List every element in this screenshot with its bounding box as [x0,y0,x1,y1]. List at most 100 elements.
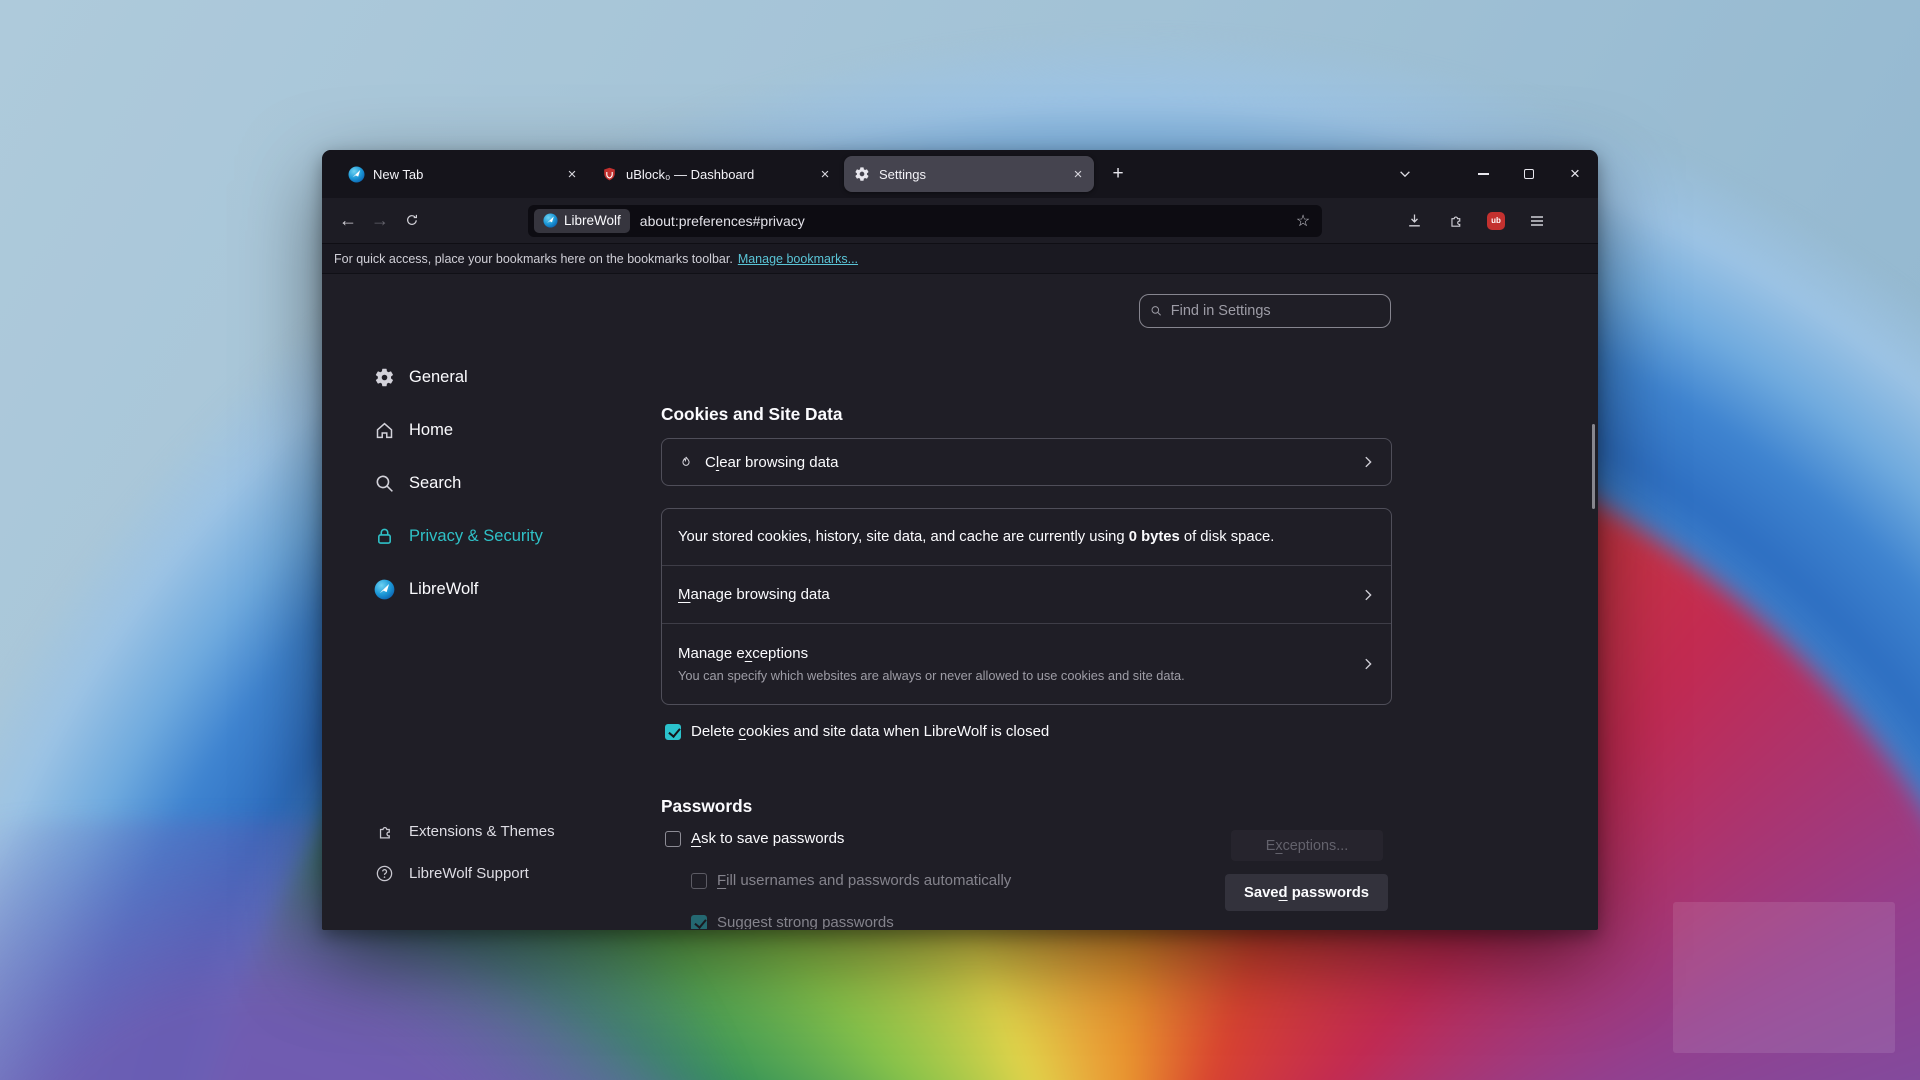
window-close-button[interactable]: × [1552,150,1598,198]
checkbox-unchecked-disabled-icon[interactable] [691,873,707,889]
url-bar[interactable]: LibreWolf about:preferences#privacy ☆ [528,205,1322,237]
search-icon [374,473,395,494]
fill-usernames-label: Fill usernames and passwords automatical… [717,872,1011,889]
bookmarks-toolbar: For quick access, place your bookmarks h… [322,244,1598,274]
cookies-section-heading: Cookies and Site Data [661,404,843,425]
tab-label: Settings [879,167,1068,182]
identity-chip[interactable]: LibreWolf [534,209,630,233]
tab-close-icon[interactable]: × [1068,164,1088,184]
manage-exceptions-label: Manage exceptions [678,645,1185,662]
home-icon [374,420,395,441]
new-tab-button[interactable]: + [1103,159,1133,189]
tab-label: New Tab [373,167,562,182]
download-icon [1406,212,1423,229]
tab-close-icon[interactable]: × [562,164,582,184]
saved-passwords-button[interactable]: Saved passwords [1225,874,1388,911]
fill-usernames-row[interactable]: Fill usernames and passwords automatical… [691,872,1011,889]
sidebar-item-extensions-themes[interactable]: Extensions & Themes [374,811,555,851]
passwords-section-heading: Passwords [661,796,752,817]
sidebar-item-librewolf-support[interactable]: LibreWolf Support [374,853,529,893]
sidebar-item-privacy-security[interactable]: Privacy & Security [374,516,543,556]
extensions-button[interactable] [1439,205,1471,237]
help-question-icon [374,863,395,884]
clear-browsing-data-row[interactable]: Clear browsing data [661,438,1392,486]
ublock-favicon-icon [601,166,618,183]
bookmarks-hint-text: For quick access, place your bookmarks h… [334,252,733,266]
tab-ublock-dashboard[interactable]: uBlock₀ — Dashboard × [591,156,841,192]
manage-browsing-data-label: Manage browsing data [678,586,830,603]
manage-exceptions-description: You can specify which websites are alway… [678,668,1185,683]
bookmark-star-icon[interactable]: ☆ [1290,211,1316,231]
puzzle-icon [374,821,395,842]
titlebar-right-controls: × [1386,150,1598,198]
sidebar-label: LibreWolf [409,580,478,599]
settings-page: General Home Search Privacy & Security [322,274,1598,929]
manage-exceptions-row[interactable]: Manage exceptions You can specify which … [662,623,1391,704]
manage-browsing-data-row[interactable]: Manage browsing data [662,565,1391,623]
exceptions-button-label: Exceptions... [1266,838,1348,854]
exceptions-button[interactable]: Exceptions... [1231,830,1383,861]
page-scrollbar-thumb[interactable] [1592,424,1595,509]
list-all-tabs-button[interactable] [1386,157,1424,191]
librewolf-favicon-icon [348,166,365,183]
browser-window: New Tab × uBlock₀ — Dashboard × Settings… [322,150,1598,930]
url-text[interactable]: about:preferences#privacy [640,213,1290,229]
sidebar-label: Search [409,474,461,493]
maximize-icon [1524,169,1534,179]
ask-to-save-passwords-row[interactable]: Ask to save passwords [665,830,844,847]
sidebar-item-search[interactable]: Search [374,463,461,503]
storage-usage-row: Your stored cookies, history, site data,… [662,509,1391,565]
desktop-overlay-rectangle [1673,902,1895,1053]
sidebar-item-librewolf[interactable]: LibreWolf [374,569,478,609]
back-button[interactable]: ← [332,205,364,237]
sidebar-label: Extensions & Themes [409,823,555,840]
delete-cookies-on-close-row[interactable]: Delete cookies and site data when LibreW… [665,723,1049,740]
downloads-button[interactable] [1398,205,1430,237]
tab-strip: New Tab × uBlock₀ — Dashboard × Settings… [322,150,1598,198]
reload-icon [404,213,420,229]
flame-icon [678,454,694,470]
saved-passwords-button-label: Saved passwords [1244,885,1369,901]
chevron-right-icon [1361,657,1375,671]
tab-close-icon[interactable]: × [815,164,835,184]
suggest-strong-passwords-label: Suggest strong passwords [717,914,894,929]
window-minimize-button[interactable] [1460,150,1506,198]
storage-usage-text: Your stored cookies, history, site data,… [678,529,1274,545]
privacy-settings-main: Cookies and Site Data Clear browsing dat… [661,274,1392,929]
desktop-wallpaper: New Tab × uBlock₀ — Dashboard × Settings… [0,0,1920,1080]
gear-favicon-icon [854,166,871,183]
tab-new-tab[interactable]: New Tab × [338,156,588,192]
minimize-icon [1478,173,1489,175]
manage-bookmarks-link[interactable]: Manage bookmarks... [738,252,858,266]
tab-settings-active[interactable]: Settings × [844,156,1094,192]
reload-button[interactable] [396,205,428,237]
toolbar-right-icons: ub [1398,205,1553,237]
checkbox-checked-disabled-icon[interactable] [691,915,707,930]
sidebar-label: LibreWolf Support [409,865,529,882]
sidebar-label: Home [409,421,453,440]
cookies-group-card: Your stored cookies, history, site data,… [661,508,1392,705]
window-maximize-button[interactable] [1506,150,1552,198]
puzzle-icon [1447,212,1464,229]
sidebar-item-home[interactable]: Home [374,410,453,450]
manage-exceptions-texts: Manage exceptions You can specify which … [678,645,1185,683]
clear-browsing-data-label: Clear browsing data [705,454,838,471]
chevron-right-icon [1361,455,1375,469]
forward-button[interactable]: → [364,205,396,237]
chevron-right-icon [1361,588,1375,602]
sidebar-item-general[interactable]: General [374,357,468,397]
hamburger-menu-icon [1529,213,1545,229]
suggest-strong-passwords-row[interactable]: Suggest strong passwords [691,914,894,929]
checkbox-checked-icon[interactable] [665,724,681,740]
app-menu-button[interactable] [1521,205,1553,237]
sidebar-label: General [409,368,468,387]
lock-icon [374,526,395,547]
tab-label: uBlock₀ — Dashboard [626,167,815,182]
ublock-toolbar-button[interactable]: ub [1480,205,1512,237]
ask-to-save-passwords-label: Ask to save passwords [691,830,844,847]
identity-chip-label: LibreWolf [564,213,621,228]
librewolf-logo-icon [374,579,395,600]
librewolf-identity-icon [543,213,558,228]
checkbox-unchecked-icon[interactable] [665,831,681,847]
chevron-down-icon [1398,167,1412,181]
